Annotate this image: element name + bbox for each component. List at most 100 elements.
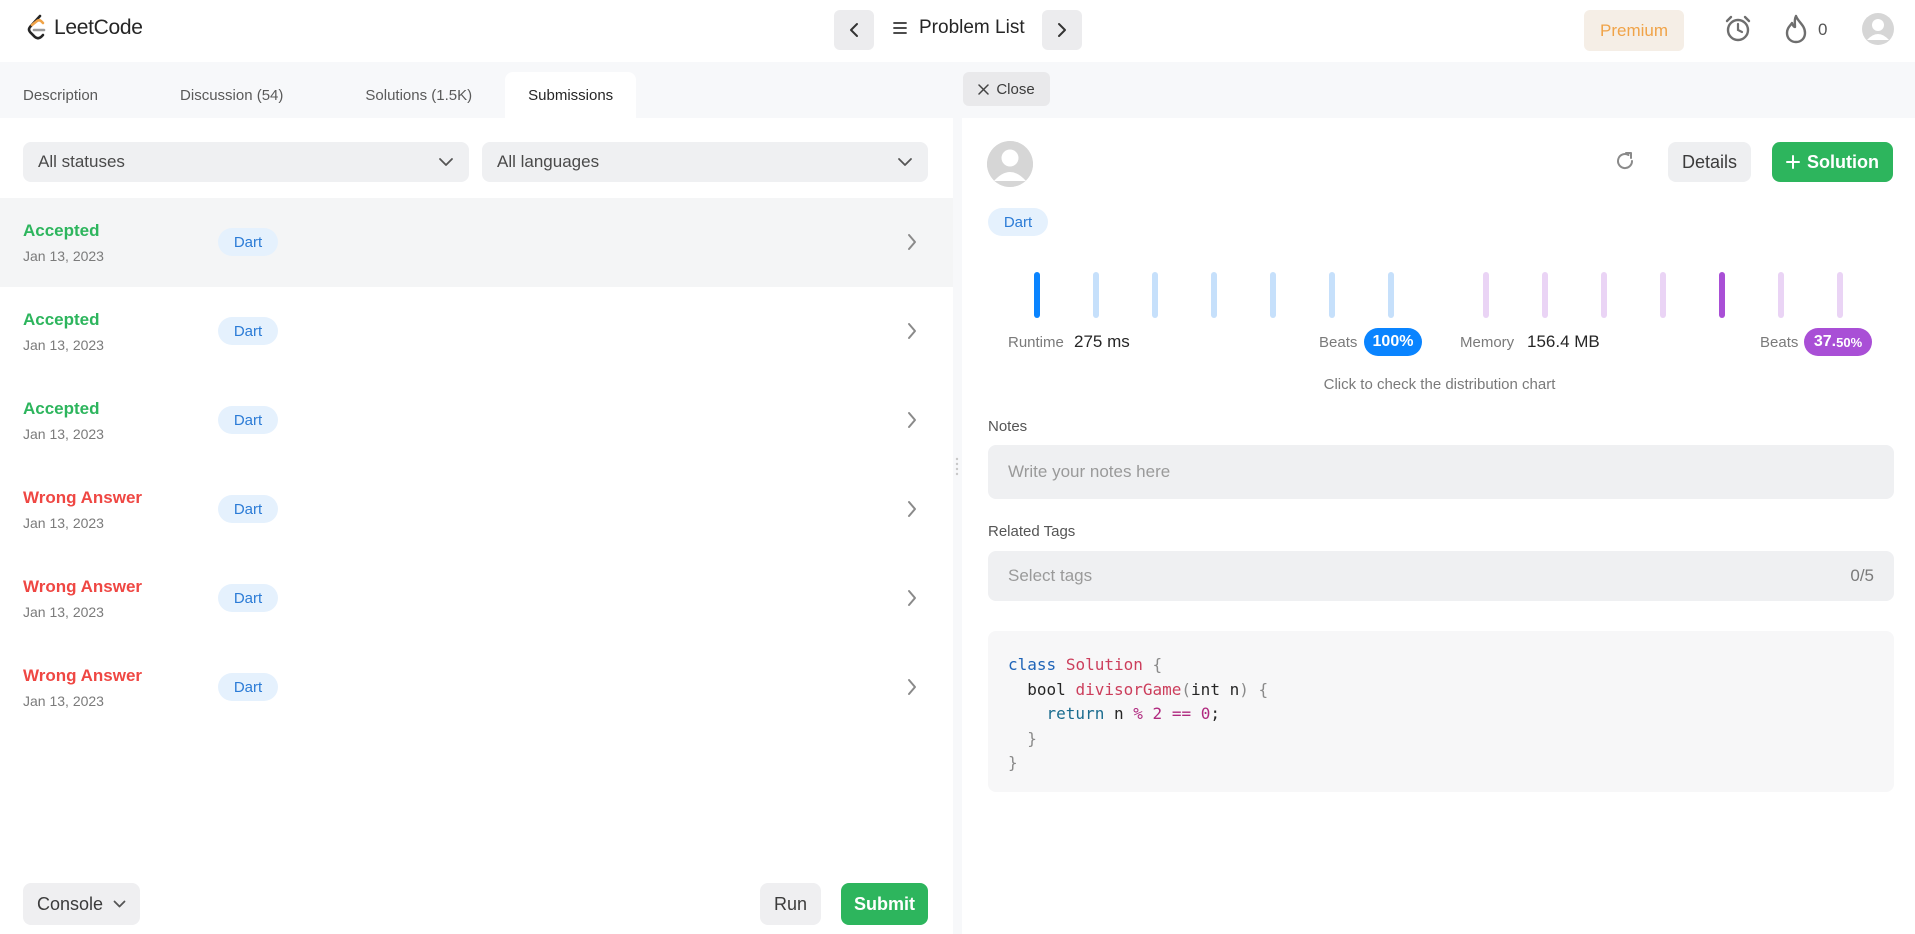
user-avatar-icon [1862, 13, 1894, 45]
submission-status: Accepted [23, 310, 100, 329]
memory-distribution-bar [1542, 272, 1548, 318]
notes-label: Notes [988, 418, 1028, 435]
alarm-clock-icon[interactable] [1723, 14, 1753, 49]
language-filter-select[interactable]: All languages [482, 142, 928, 182]
chevron-right-icon [1058, 23, 1066, 37]
code-line: } [1027, 728, 1037, 748]
code-line: class Solution { [1008, 655, 1163, 674]
runtime-distribution-bar [1152, 272, 1158, 318]
premium-button[interactable]: Premium [1584, 10, 1684, 51]
memory-beats-badge: 37. 50% [1804, 328, 1872, 356]
notes-input[interactable] [988, 445, 1894, 499]
language-badge: Dart [218, 228, 278, 256]
console-toggle-button[interactable]: Console [23, 883, 140, 925]
related-tags-label: Related Tags [988, 523, 1076, 540]
panel-resize-handle[interactable] [955, 456, 959, 476]
runtime-distribution-bar [1270, 272, 1276, 318]
submission-row[interactable]: Accepted Jan 13, 2023 Dart [0, 198, 953, 287]
submission-date: Jan 13, 2023 [23, 248, 104, 264]
tab-submissions[interactable]: Submissions [505, 72, 637, 118]
submission-status: Accepted [23, 399, 100, 418]
runtime-distribution-bar [1093, 272, 1099, 318]
memory-distribution-bar [1719, 272, 1725, 318]
submissions-list-panel: All statuses All languages Accepted Jan … [0, 118, 953, 934]
next-problem-button[interactable] [1042, 10, 1082, 50]
refresh-icon[interactable] [1614, 150, 1636, 172]
user-avatar[interactable] [1862, 13, 1894, 50]
submission-row[interactable]: Wrong Answer Jan 13, 2023 Dart [0, 465, 953, 554]
chevron-down-icon [898, 158, 912, 166]
runtime-label: Runtime [1008, 334, 1064, 351]
memory-distribution-bar [1660, 272, 1666, 318]
runtime-distribution-bar [1211, 272, 1217, 318]
leetcode-logo-icon [27, 14, 46, 40]
code-line: bool divisorGame(int n) { [1027, 679, 1269, 699]
chevron-right-icon [908, 590, 916, 606]
runtime-distribution-bar [1034, 272, 1040, 318]
memory-label: Memory [1460, 334, 1515, 351]
memory-distribution-bar [1837, 272, 1843, 318]
memory-distribution-bar [1483, 272, 1489, 318]
tab-description[interactable]: Description [0, 72, 121, 118]
list-icon [893, 22, 907, 34]
chevron-right-icon [908, 234, 916, 250]
distribution-chart-hint[interactable]: Click to check the distribution chart [962, 376, 1915, 393]
submission-row[interactable]: Accepted Jan 13, 2023 Dart [0, 376, 953, 465]
language-filter-value: All languages [497, 152, 600, 171]
solution-label: Solution [1807, 151, 1879, 172]
leetcode-logo[interactable]: LeetCode [26, 14, 143, 42]
plus-icon [1786, 155, 1800, 169]
code-line: return n % 2 == 0; [1046, 704, 1220, 723]
status-filter-select[interactable]: All statuses [23, 142, 469, 182]
add-solution-button[interactable]: Solution [1772, 142, 1893, 182]
language-badge: Dart [218, 495, 278, 523]
user-avatar-icon [987, 141, 1033, 187]
submission-status: Wrong Answer [23, 666, 143, 685]
streak-count: 0 [1818, 20, 1828, 39]
memory-beats-main: 37. [1813, 333, 1837, 350]
tab-discussion[interactable]: Discussion (54) [157, 72, 306, 118]
close-detail-button[interactable]: Close [963, 72, 1050, 106]
submission-date: Jan 13, 2023 [23, 515, 104, 531]
submission-status: Wrong Answer [23, 577, 143, 596]
memory-beats-small: 50% [1836, 334, 1863, 350]
console-label: Console [36, 893, 104, 914]
runtime-distribution-bar [1329, 272, 1335, 318]
fire-streak-icon[interactable] [1784, 14, 1808, 49]
chevron-right-icon [908, 412, 916, 428]
language-badge: Dart [218, 317, 278, 345]
submission-detail-panel: Details Solution Dart Runtime 275 ms Bea… [962, 118, 1915, 934]
tags-select[interactable]: Select tags 0/5 [988, 551, 1894, 601]
submission-date: Jan 13, 2023 [23, 604, 104, 620]
tags-placeholder: Select tags [1008, 566, 1093, 585]
chevron-down-icon [113, 900, 126, 908]
submission-row[interactable]: Wrong Answer Jan 13, 2023 Dart [0, 643, 953, 732]
submitter-avatar [987, 141, 1033, 187]
runtime-distribution-bar [1388, 272, 1394, 318]
submission-date: Jan 13, 2023 [23, 693, 104, 709]
memory-distribution-bar [1601, 272, 1607, 318]
language-badge: Dart [218, 673, 278, 701]
problem-tabs: Description Discussion (54) Solutions (1… [0, 72, 960, 118]
memory-distribution-bar [1778, 272, 1784, 318]
submit-button[interactable]: Submit [841, 883, 928, 925]
chevron-left-icon [850, 23, 858, 37]
prev-problem-button[interactable] [834, 10, 874, 50]
submission-row[interactable]: Accepted Jan 13, 2023 Dart [0, 287, 953, 376]
memory-value: 156.4 MB [1527, 332, 1600, 351]
problem-list-label: Problem List [919, 17, 1025, 38]
problem-list-button[interactable]: Problem List [893, 17, 1025, 39]
status-filter-value: All statuses [38, 152, 125, 171]
code-line: } [1008, 753, 1018, 772]
run-button[interactable]: Run [760, 883, 821, 925]
close-icon [978, 83, 990, 95]
submission-row[interactable]: Wrong Answer Jan 13, 2023 Dart [0, 554, 953, 643]
runtime-value: 275 ms [1074, 332, 1130, 351]
close-label: Close [996, 80, 1035, 98]
language-badge: Dart [218, 584, 278, 612]
language-badge: Dart [218, 406, 278, 434]
submitted-code-block: class Solution { bool divisorGame(int n)… [988, 631, 1894, 792]
logo-text: LeetCode [54, 16, 143, 39]
details-button[interactable]: Details [1668, 142, 1751, 182]
tab-solutions[interactable]: Solutions (1.5K) [342, 72, 495, 118]
